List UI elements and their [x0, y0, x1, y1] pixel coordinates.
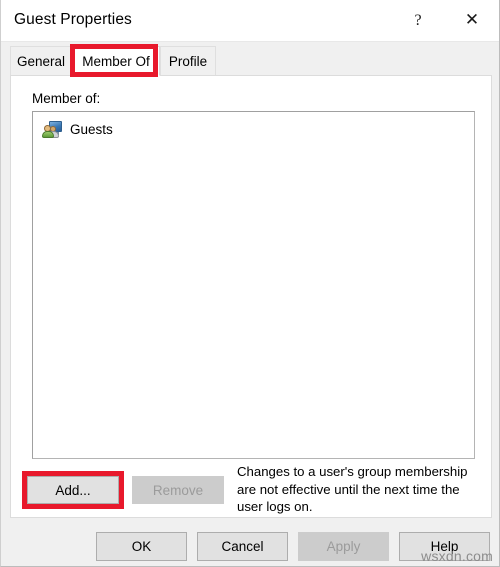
- close-icon: ✕: [464, 10, 480, 30]
- membership-hint-text: Changes to a user's group membership are…: [237, 464, 468, 514]
- remove-button: Remove: [132, 476, 224, 504]
- close-button[interactable]: ✕: [449, 0, 495, 41]
- window-title: Guest Properties: [14, 11, 132, 28]
- add-button[interactable]: Add...: [27, 476, 119, 504]
- tab-general[interactable]: General: [10, 46, 72, 76]
- group-icon: [42, 120, 62, 138]
- tab-member-of[interactable]: Member Of: [72, 46, 160, 76]
- member-of-listbox[interactable]: Guests: [32, 111, 475, 459]
- help-icon-button[interactable]: ?: [395, 0, 441, 41]
- list-item-label: Guests: [70, 121, 113, 137]
- title-bar: Guest Properties ? ✕: [1, 0, 499, 42]
- member-of-tab-panel: Member of: Guests: [10, 75, 492, 518]
- watermark: wsxdn.com: [421, 548, 493, 564]
- ok-button[interactable]: OK: [96, 532, 187, 561]
- cancel-button[interactable]: Cancel: [197, 532, 288, 561]
- list-item[interactable]: Guests: [33, 117, 474, 141]
- tab-profile[interactable]: Profile: [160, 46, 216, 76]
- question-mark-icon: ?: [414, 12, 422, 29]
- guest-properties-dialog: Guest Properties ? ✕ General Member Of P…: [0, 0, 500, 567]
- member-of-label: Member of:: [32, 91, 101, 106]
- tab-strip: General Member Of Profile: [10, 46, 492, 76]
- apply-button: Apply: [298, 532, 389, 561]
